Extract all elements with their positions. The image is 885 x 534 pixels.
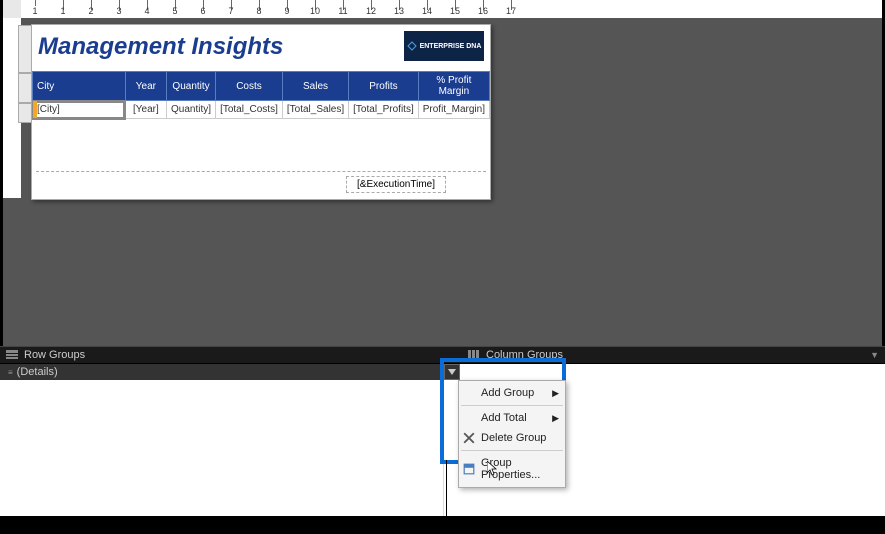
design-surface[interactable]: 1 1 2 3 4 5 6 7 8 9 10 11 12 13 14 15 16…: [0, 0, 885, 346]
report-body[interactable]: Management Insights ENTERPRISE DNA City …: [31, 24, 491, 200]
column-groups-icon: [468, 350, 480, 360]
groups-header-bar: Row Groups Column Groups ▼: [0, 346, 885, 364]
delete-icon: [463, 432, 475, 444]
page-footer[interactable]: [&ExecutionTime]: [36, 171, 486, 193]
cursor-icon: [487, 461, 499, 477]
execution-time-placeholder[interactable]: [&ExecutionTime]: [346, 176, 446, 193]
col-header-year[interactable]: Year: [125, 72, 166, 101]
row-groups-icon: [6, 350, 18, 360]
col-header-profit-margin[interactable]: % Profit Margin: [418, 72, 489, 101]
row-handle[interactable]: [18, 73, 32, 103]
row-groups-header[interactable]: Row Groups: [0, 347, 462, 363]
group-dropdown-button[interactable]: [444, 364, 460, 380]
groups-panel: ≡ (Details) Add Group▶ Add Total▶ Delete…: [0, 364, 885, 516]
row-groups-label: Row Groups: [24, 349, 85, 361]
menu-group-properties[interactable]: Group Properties...: [459, 453, 565, 485]
tablix[interactable]: City Year Quantity Costs Sales Profits %…: [32, 71, 490, 119]
column-groups-label: Column Groups: [486, 349, 563, 361]
header-row: City Year Quantity Costs Sales Profits %…: [33, 72, 490, 101]
details-group-item[interactable]: ≡ (Details): [0, 364, 443, 380]
ruler-corner: [3, 0, 21, 18]
cell-costs[interactable]: [Total_Costs]: [216, 101, 283, 119]
status-bar: [0, 516, 885, 534]
row-handle[interactable]: [18, 25, 32, 73]
cell-sales[interactable]: [Total_Sales]: [282, 101, 348, 119]
cell-city[interactable]: [City]: [33, 101, 126, 119]
menu-add-group[interactable]: Add Group▶: [459, 383, 565, 403]
cell-year[interactable]: [Year]: [125, 101, 166, 119]
col-header-city[interactable]: City: [33, 72, 126, 101]
col-header-sales[interactable]: Sales: [282, 72, 348, 101]
group-context-menu: Add Group▶ Add Total▶ Delete Group Group…: [458, 380, 566, 488]
vertical-divider: [446, 460, 447, 516]
horizontal-ruler: 1 1 2 3 4 5 6 7 8 9 10 11 12 13 14 15 16…: [21, 0, 882, 18]
submenu-arrow-icon: ▶: [552, 388, 559, 399]
cell-profits[interactable]: [Total_Profits]: [349, 101, 419, 119]
col-header-profits[interactable]: Profits: [349, 72, 419, 101]
col-header-quantity[interactable]: Quantity: [167, 72, 216, 101]
logo-enterprise-dna: ENTERPRISE DNA: [404, 31, 484, 61]
cell-profit-margin[interactable]: Profit_Margin]: [418, 101, 489, 119]
chevron-down-icon: [448, 369, 456, 375]
logo-icon: [407, 41, 417, 51]
menu-separator: [461, 405, 563, 406]
chevron-down-icon[interactable]: ▼: [870, 350, 879, 360]
properties-icon: [463, 463, 475, 475]
menu-add-total[interactable]: Add Total▶: [459, 408, 565, 428]
collapse-icon[interactable]: ≡: [8, 368, 13, 377]
col-header-costs[interactable]: Costs: [216, 72, 283, 101]
column-groups-header[interactable]: Column Groups ▼: [462, 347, 885, 363]
detail-row: [City] [Year] Quantity] [Total_Costs] [T…: [33, 101, 490, 119]
row-groups-list[interactable]: ≡ (Details): [0, 364, 444, 516]
row-handles: [18, 25, 32, 199]
submenu-arrow-icon: ▶: [552, 413, 559, 424]
menu-separator: [461, 450, 563, 451]
menu-delete-group[interactable]: Delete Group: [459, 428, 565, 448]
details-group-label: (Details): [17, 366, 58, 378]
row-handle[interactable]: [18, 103, 32, 123]
cell-quantity[interactable]: Quantity]: [167, 101, 216, 119]
column-groups-list[interactable]: Add Group▶ Add Total▶ Delete Group Group…: [444, 364, 885, 516]
